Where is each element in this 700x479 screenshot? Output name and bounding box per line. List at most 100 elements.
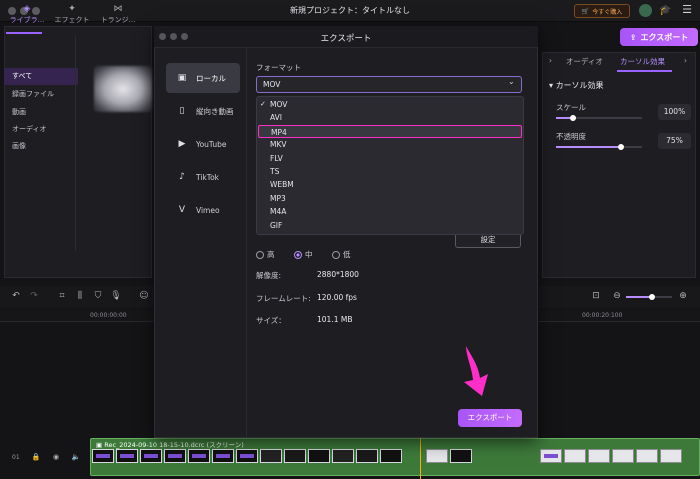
clip-frame (540, 449, 562, 463)
media-thumbnail[interactable] (94, 66, 152, 112)
tab-transitions[interactable]: ⋈ トランジ... (96, 4, 140, 30)
tab-cursor-effects[interactable]: カーソル効果 (620, 56, 665, 70)
tiktok-icon: ♪ (179, 172, 185, 182)
fit-icon[interactable]: ⊡ (590, 290, 602, 302)
format-option-label: GIF (270, 220, 283, 230)
tab-underline (6, 32, 42, 34)
opacity-slider[interactable] (556, 144, 642, 150)
tab-effects[interactable]: ✦ エフェクト (52, 4, 92, 30)
format-option-mp3[interactable]: MP3 (258, 192, 522, 205)
export-top-button[interactable]: ⇪ エクスポート (620, 28, 698, 46)
lock-icon[interactable]: 🔒 (30, 452, 42, 463)
zoom-slider-knob[interactable] (649, 294, 655, 300)
cart-icon: 🛒 (581, 7, 590, 15)
buy-now-button[interactable]: 🛒 今すぐ購入 (574, 4, 630, 18)
format-option-avi[interactable]: AVI (258, 111, 522, 124)
export-target-tiktok[interactable]: ♪ TikTok (166, 162, 240, 192)
export-target-youtube[interactable]: ▶ YouTube (166, 129, 240, 159)
more-menu-icon[interactable]: ☰ (680, 3, 694, 17)
library-divider (75, 36, 76, 251)
quality-low-label: 低 (343, 250, 351, 259)
youtube-icon: ▶ (178, 139, 186, 149)
clip-frame (356, 449, 378, 463)
format-option-flv[interactable]: FLV (258, 152, 522, 165)
quality-low-radio[interactable]: 低 (332, 249, 351, 260)
tab-transitions-label: トランジ... (100, 16, 136, 24)
library-item-audio[interactable]: オーディオ (4, 121, 78, 138)
split-icon[interactable]: ⫼ (74, 290, 86, 302)
export-button[interactable]: エクスポート (458, 409, 522, 427)
opacity-label: 不透明度 (556, 132, 586, 141)
zoom-in-icon[interactable]: ⊕ (677, 290, 689, 302)
clip-frame (612, 449, 634, 463)
tab-audio[interactable]: オーディオ (566, 56, 603, 70)
scale-value-field[interactable]: 100% (658, 104, 691, 120)
format-select[interactable]: MOV (256, 76, 522, 93)
resolution-value: 2880*1800 (317, 270, 359, 279)
transition-icon: ⋈ (113, 4, 123, 14)
ruler-label-start: 00:00:00:00 (90, 312, 127, 319)
format-option-mp4[interactable]: MP4 (258, 124, 522, 138)
format-option-label: M4A (270, 207, 287, 217)
microphone-icon[interactable]: 🎙 (110, 290, 122, 302)
library-item-all[interactable]: すべて (4, 68, 78, 85)
size-label: サイズ： (256, 316, 286, 325)
crop-icon[interactable]: ⌗ (56, 290, 68, 302)
section-title: カーソル効果 (555, 81, 604, 90)
zoom-out-icon[interactable]: ⊖ (611, 290, 623, 302)
library-item-video[interactable]: 動画 (4, 104, 78, 121)
opacity-slider-knob[interactable] (617, 144, 624, 150)
library-item-recordings[interactable]: 録画ファイル (4, 86, 78, 103)
shield-icon[interactable]: ⛉ (92, 290, 104, 302)
export-target-vertical[interactable]: ▯ 縦向き動画 (166, 96, 240, 126)
eye-icon[interactable]: ◉ (50, 452, 62, 463)
vimeo-icon: V (178, 205, 186, 215)
redo-icon[interactable]: ↷ (28, 290, 40, 302)
export-target-local-label: ローカル (196, 73, 226, 83)
format-option-mkv[interactable]: MKV (258, 138, 522, 151)
framerate-value: 120.00 fps (317, 293, 357, 302)
graduation-cap-icon[interactable]: 🎓 (659, 5, 672, 17)
chevron-down-icon[interactable]: ⌄ (508, 77, 515, 86)
format-option-label: FLV (270, 153, 283, 163)
clip-frame (636, 449, 658, 463)
format-option-mov[interactable]: ✓ MOV (258, 98, 522, 111)
tab-underline-right (617, 70, 672, 72)
clip-frame (332, 449, 354, 463)
opacity-value-field[interactable]: 75% (658, 133, 691, 149)
library-item-images[interactable]: 画像 (4, 138, 78, 155)
clip-title: ▣ Rec_2024-09-10 18-15-10.dcrc (スクリーン) (96, 439, 244, 449)
ruler-label-mid: 00:00:20:100 (582, 312, 623, 319)
format-option-label: WEBM (270, 180, 294, 190)
speaker-icon[interactable]: 🔈 (70, 452, 82, 463)
timeline-zoom-slider[interactable] (626, 294, 672, 300)
undo-icon[interactable]: ↶ (10, 290, 22, 302)
format-option-ts[interactable]: TS (258, 165, 522, 178)
export-target-vimeo[interactable]: V Vimeo (166, 195, 240, 225)
panel-chevron-icon[interactable]: › (549, 56, 552, 70)
cursor-effects-section[interactable]: ▾ カーソル効果 (549, 80, 604, 91)
tab-library[interactable]: ◈ ライブラ... (8, 4, 46, 30)
clip-frame (92, 449, 114, 463)
clip-title-text: Rec_2024-09-10 18-15-10.dcrc (スクリーン) (104, 441, 244, 449)
tab-effects-label: エフェクト (54, 16, 90, 24)
format-option-label: TS (270, 167, 280, 176)
format-option-m4a[interactable]: M4A (258, 205, 522, 218)
face-icon[interactable]: ☺ (138, 290, 150, 302)
framerate-label: フレームレート: (256, 294, 311, 303)
user-avatar-icon[interactable] (639, 4, 652, 17)
format-option-webm[interactable]: WEBM (258, 178, 522, 191)
clip-frame (284, 449, 306, 463)
format-option-gif[interactable]: GIF (258, 219, 522, 232)
radio-dot (332, 250, 340, 259)
quality-medium-label: 中 (305, 250, 313, 259)
scale-label: スケール (556, 103, 586, 112)
export-top-label: エクスポート (640, 32, 689, 42)
clip-frame (564, 449, 586, 463)
scale-slider[interactable] (556, 115, 642, 121)
export-target-local[interactable]: ▣ ローカル (166, 63, 240, 93)
panel-more-icon[interactable]: › (684, 56, 687, 70)
quality-medium-radio[interactable]: 中 (294, 249, 313, 260)
clip-type-icon: ▣ (96, 441, 105, 449)
quality-high-radio[interactable]: 高 (256, 249, 275, 260)
